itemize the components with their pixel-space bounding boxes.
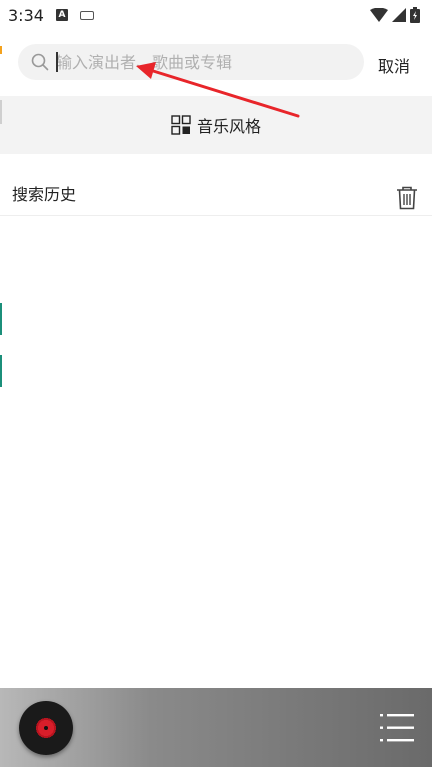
search-input[interactable] — [56, 52, 346, 72]
trash-icon[interactable] — [396, 186, 418, 210]
cancel-button[interactable]: 取消 — [378, 53, 410, 77]
side-mark-teal-2 — [0, 355, 2, 387]
status-time: 3:34 — [8, 5, 44, 25]
search-icon — [30, 52, 50, 72]
wifi-icon — [370, 8, 388, 22]
left-edge-marks — [0, 0, 3, 767]
search-history-header: 搜索历史 — [0, 170, 432, 216]
battery-icon — [410, 7, 420, 23]
signal-icon — [392, 8, 406, 22]
search-row: 取消 — [0, 40, 432, 84]
mini-player-bar[interactable] — [0, 688, 432, 767]
keyboard-icon — [79, 10, 94, 20]
status-right-icons — [370, 7, 424, 23]
playlist-icon[interactable] — [380, 712, 414, 744]
text-caret — [56, 52, 58, 72]
search-box[interactable] — [18, 44, 364, 80]
vinyl-disc-icon[interactable] — [19, 701, 73, 755]
side-mark-teal — [0, 303, 2, 335]
music-genre-button[interactable]: 音乐风格 — [0, 96, 432, 154]
status-bar: 3:34 A — [0, 0, 432, 30]
side-mark-orange — [0, 46, 2, 54]
notification-a-icon: A — [55, 9, 68, 21]
search-history-title: 搜索历史 — [12, 185, 77, 204]
side-mark-gray — [0, 100, 2, 124]
grid-icon — [171, 115, 191, 135]
music-genre-label: 音乐风格 — [196, 117, 261, 136]
